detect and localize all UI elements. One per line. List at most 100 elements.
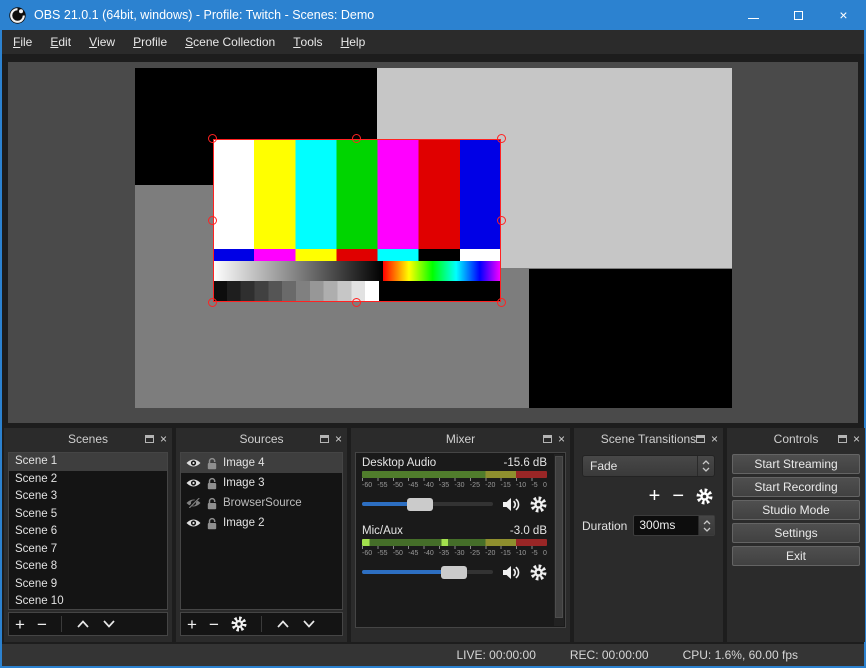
- float-panel-icon[interactable]: [145, 435, 154, 443]
- menu-edit[interactable]: Edit: [41, 30, 80, 54]
- mixer-scrollbar-thumb[interactable]: [555, 456, 563, 618]
- scene-canvas[interactable]: [135, 68, 732, 408]
- volume-slider[interactable]: [362, 502, 493, 506]
- remove-transition-button[interactable]: −: [672, 486, 684, 506]
- mixer-scrollbar[interactable]: [554, 454, 564, 626]
- menu-tools[interactable]: Tools: [284, 30, 331, 54]
- volume-meter: [362, 471, 547, 478]
- scenes-toolbar: + −: [8, 612, 168, 636]
- menu-file[interactable]: File: [4, 30, 41, 54]
- lock-icon[interactable]: [206, 457, 218, 470]
- start-streaming-button[interactable]: Start Streaming: [732, 454, 860, 474]
- menu-help[interactable]: Help: [332, 30, 375, 54]
- scene-item[interactable]: Scene 7: [9, 541, 167, 559]
- transitions-panel-header[interactable]: Scene Transitions ×: [574, 428, 723, 450]
- close-panel-icon[interactable]: ×: [711, 433, 718, 445]
- menu-view[interactable]: View: [80, 30, 124, 54]
- volume-slider-handle[interactable]: [441, 566, 467, 579]
- source-item[interactable]: Image 2: [181, 513, 342, 533]
- volume-slider-handle[interactable]: [407, 498, 433, 511]
- float-panel-icon[interactable]: [320, 435, 329, 443]
- visibility-eye-icon[interactable]: [186, 458, 201, 468]
- controls-panel-header[interactable]: Controls ×: [727, 428, 865, 450]
- scene-block-black-bottomright[interactable]: [529, 269, 732, 408]
- duration-value: 300ms: [634, 516, 698, 535]
- mixer-body: Desktop Audio -15.6 dB -60-55-50-45-40-3…: [355, 452, 566, 628]
- resize-handle-left[interactable]: [208, 216, 217, 225]
- resize-handle-bottomleft[interactable]: [208, 298, 217, 307]
- start-recording-button[interactable]: Start Recording: [732, 477, 860, 497]
- channel-settings-gear-icon[interactable]: [530, 496, 547, 513]
- resize-handle-topright[interactable]: [497, 134, 506, 143]
- scenes-panel-header[interactable]: Scenes ×: [4, 428, 172, 450]
- source-item[interactable]: Image 3: [181, 473, 342, 493]
- menu-profile[interactable]: Profile: [124, 30, 176, 54]
- close-panel-icon[interactable]: ×: [160, 433, 167, 445]
- duration-spinner[interactable]: [698, 516, 714, 535]
- move-scene-down-button[interactable]: [102, 619, 116, 629]
- move-source-up-button[interactable]: [276, 619, 290, 629]
- scene-item[interactable]: Scene 10: [9, 593, 167, 610]
- volume-meter: [362, 539, 547, 546]
- close-panel-icon[interactable]: ×: [853, 433, 860, 445]
- channel-settings-gear-icon[interactable]: [530, 564, 547, 581]
- remove-scene-button[interactable]: −: [37, 616, 47, 633]
- maximize-button[interactable]: [776, 0, 821, 30]
- add-source-button[interactable]: +: [187, 616, 197, 633]
- visibility-eye-icon[interactable]: [186, 478, 201, 488]
- combo-spinner[interactable]: [697, 456, 714, 476]
- resize-handle-bottomright[interactable]: [497, 298, 506, 307]
- float-panel-icon[interactable]: [696, 435, 705, 443]
- scene-item[interactable]: Scene 5: [9, 506, 167, 524]
- source-item[interactable]: BrowserSource: [181, 493, 342, 513]
- exit-button[interactable]: Exit: [732, 546, 860, 566]
- scene-item[interactable]: Scene 3: [9, 488, 167, 506]
- move-scene-up-button[interactable]: [76, 619, 90, 629]
- close-button[interactable]: ×: [821, 0, 866, 30]
- sources-list[interactable]: Image 4 Image 3 BrowserSource Image 2: [180, 452, 343, 610]
- resize-handle-bottom[interactable]: [352, 298, 361, 307]
- transition-select[interactable]: Fade: [582, 455, 715, 477]
- transition-properties-gear-icon[interactable]: [696, 488, 713, 505]
- source-item[interactable]: Image 4: [181, 453, 342, 473]
- selected-source-colorbars[interactable]: [213, 139, 501, 302]
- duration-spinbox[interactable]: 300ms: [633, 515, 715, 536]
- scene-item[interactable]: Scene 1: [9, 453, 167, 471]
- settings-button[interactable]: Settings: [732, 523, 860, 543]
- scene-item[interactable]: Scene 9: [9, 576, 167, 594]
- float-panel-icon[interactable]: [543, 435, 552, 443]
- scenes-list[interactable]: Scene 1 Scene 2 Scene 3 Scene 5 Scene 6 …: [8, 452, 168, 610]
- visibility-eye-icon[interactable]: [186, 518, 201, 528]
- scene-item[interactable]: Scene 8: [9, 558, 167, 576]
- remove-source-button[interactable]: −: [209, 616, 219, 633]
- menu-scene-collection[interactable]: Scene Collection: [176, 30, 284, 54]
- transition-selected-value: Fade: [583, 456, 697, 476]
- speaker-icon[interactable]: [502, 497, 521, 512]
- close-panel-icon[interactable]: ×: [335, 433, 342, 445]
- lock-icon[interactable]: [206, 497, 218, 510]
- sources-panel-header[interactable]: Sources ×: [176, 428, 347, 450]
- mixer-panel-header[interactable]: Mixer ×: [351, 428, 570, 450]
- scene-item[interactable]: Scene 2: [9, 471, 167, 489]
- lock-icon[interactable]: [206, 517, 218, 530]
- add-scene-button[interactable]: +: [15, 616, 25, 633]
- visibility-eye-off-icon[interactable]: [186, 498, 201, 508]
- speaker-icon[interactable]: [502, 565, 521, 580]
- scene-item[interactable]: Scene 6: [9, 523, 167, 541]
- close-panel-icon[interactable]: ×: [558, 433, 565, 445]
- add-transition-button[interactable]: +: [649, 486, 661, 506]
- chevron-up-icon: [703, 520, 711, 525]
- resize-handle-top[interactable]: [352, 134, 361, 143]
- studio-mode-button[interactable]: Studio Mode: [732, 500, 860, 520]
- move-source-down-button[interactable]: [302, 619, 316, 629]
- resize-handle-right[interactable]: [497, 216, 506, 225]
- titlebar[interactable]: OBS 21.0.1 (64bit, windows) - Profile: T…: [0, 0, 866, 30]
- channel-label: Desktop Audio: [362, 457, 436, 469]
- lock-icon[interactable]: [206, 477, 218, 490]
- minimize-button[interactable]: [731, 0, 776, 30]
- minimize-icon: [748, 18, 759, 19]
- source-properties-gear-icon[interactable]: [231, 616, 247, 632]
- resize-handle-topleft[interactable]: [208, 134, 217, 143]
- float-panel-icon[interactable]: [838, 435, 847, 443]
- volume-slider[interactable]: [362, 570, 493, 574]
